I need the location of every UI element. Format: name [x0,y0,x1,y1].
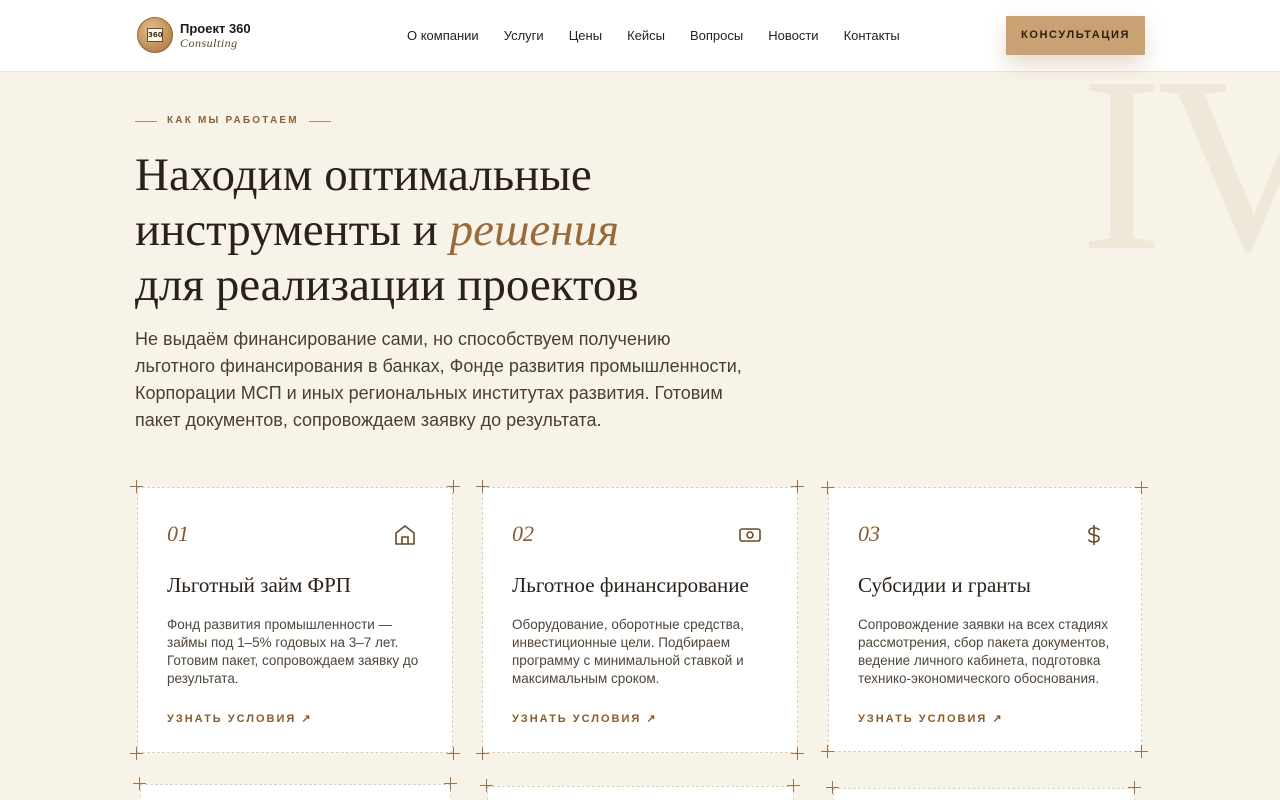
card-number: 01 [167,521,189,546]
logo-title: Проект 360 [180,20,251,36]
corner-plus-mark [787,779,800,792]
corner-plus-mark [821,481,834,494]
eyebrow-line-left [135,120,157,122]
service-card-stub [487,786,794,800]
corner-plus-mark [444,777,457,790]
nav-item-prices[interactable]: Цены [569,27,602,44]
corner-plus-mark [821,745,834,758]
section-eyebrow: КАК МЫ РАБОТАЕМ [135,114,331,128]
card-number: 03 [858,521,880,546]
corner-plus-mark [826,781,839,794]
service-card-preferential-financing[interactable]: 02 Льготное финансирование Оборудование,… [482,487,798,753]
card-title: Льготный займ ФРП [167,573,351,597]
card-title: Льготное финансирование [512,573,749,597]
service-card-stub [833,788,1135,800]
section-lead: Не выдаём финансирование сами, но способ… [135,329,742,430]
corner-plus-mark [791,747,804,760]
decorative-numeral: IV [1080,26,1280,303]
banknote-icon [739,528,761,542]
corner-plus-mark [791,480,804,493]
card-text: Сопровождение заявки на всех стадиях рас… [858,617,1110,686]
corner-plus-mark [480,779,493,792]
nav-item-services[interactable]: Услуги [504,27,544,44]
card-number: 02 [512,521,534,546]
corner-plus-mark [476,480,489,493]
service-card-subsidies[interactable]: 03 Субсидии и гранты Сопровождение заявк… [828,487,1142,752]
learn-terms-link[interactable]: УЗНАТЬ УСЛОВИЯ ↗ [512,712,658,726]
nav-item-faq[interactable]: Вопросы [690,27,743,44]
corner-plus-mark [1128,781,1141,794]
dollar-icon [1088,525,1100,545]
bank-icon [395,525,415,545]
corner-plus-mark [1135,745,1148,758]
section-headline: Находим оптимальные инструменты и решени… [135,148,895,313]
logo-badge-number: 360 [147,28,163,42]
headline-line-2: инструменты и [135,204,450,256]
headline-accent: решения [449,204,619,256]
card-text: Фонд развития промышленности — займы под… [167,617,419,686]
headline-line-3: для реализации проектов [135,259,639,311]
learn-terms-link[interactable]: УЗНАТЬ УСЛОВИЯ ↗ [858,712,1004,726]
corner-plus-mark [1135,481,1148,494]
learn-terms-link[interactable]: УЗНАТЬ УСЛОВИЯ ↗ [167,712,313,726]
nav-item-contacts[interactable]: Контакты [844,27,900,44]
nav-item-about[interactable]: О компании [407,27,479,44]
corner-plus-mark [130,747,143,760]
card-title: Субсидии и гранты [858,573,1031,597]
headline-line-1: Находим оптимальные [135,149,592,201]
corner-plus-mark [447,747,460,760]
logo-subtitle: Consulting [180,35,238,50]
corner-plus-mark [130,480,143,493]
main-nav: О компании Услуги Цены Кейсы Вопросы Нов… [407,27,900,44]
nav-item-news[interactable]: Новости [768,27,818,44]
logo-text: Проект 360 Consulting [180,21,251,50]
corner-plus-mark [133,777,146,790]
service-card-frp-loan[interactable]: 01 Льготный займ ФРП Фонд развития промы… [137,487,453,753]
corner-plus-mark [447,480,460,493]
nav-item-cases[interactable]: Кейсы [627,27,665,44]
corner-plus-mark [476,747,489,760]
card-text: Оборудование, оборотные средства, инвест… [512,617,744,686]
eyebrow-text: КАК МЫ РАБОТАЕМ [167,115,299,126]
logo-badge: 360 [137,17,173,53]
eyebrow-line-right [308,120,331,122]
logo[interactable]: 360 Проект 360 Consulting [137,17,251,53]
service-card-stub [140,784,451,800]
